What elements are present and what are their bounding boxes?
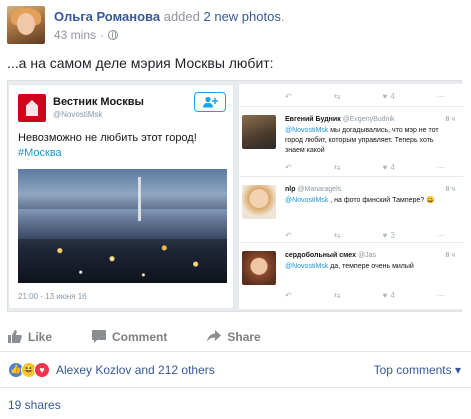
reply-body: , на фото финский Тампере? 😀 — [328, 197, 435, 204]
share-label: Share — [227, 329, 261, 344]
reply-handle: @EvgenyBudnik — [342, 116, 395, 123]
reactions-summary: 👍 😆 ♥ Alexey Kozlov and 212 others Top c… — [0, 352, 471, 388]
reply-avatar — [242, 185, 276, 219]
author-name[interactable]: Ольга Романова — [54, 9, 160, 24]
account-logo — [18, 94, 46, 122]
tweet-handle: @NovostiMsk — [53, 110, 103, 119]
shares-count[interactable]: 19 shares — [8, 398, 61, 412]
reply-item: nlp @Manaragels 8 ч @NovostiMsk , на фот… — [239, 176, 463, 246]
post-time[interactable]: 43 mins — [54, 28, 96, 42]
reply-text: @NovostiMsk , на фото финский Тампере? 😀 — [285, 196, 455, 206]
reply-time: 8 ч — [445, 252, 456, 259]
reply-mention: @NovostiMsk — [285, 263, 329, 270]
heart-icon: ♥ — [382, 162, 388, 172]
reply-item: Евгений Будник @EvgenyBudnik 8 ч @Novost… — [239, 106, 463, 176]
comment-label: Comment — [112, 329, 168, 344]
reply-like-count: 3 — [390, 230, 395, 240]
share-button[interactable]: Share — [207, 329, 261, 344]
reply-mention: @NovostiMsk — [285, 197, 329, 204]
meta-separator: · — [100, 28, 105, 42]
retweet-icon: ⇆ — [333, 162, 341, 172]
retweet-icon: ⇆ — [333, 290, 341, 300]
reaction-icons[interactable]: 👍 😆 ♥ — [8, 361, 50, 378]
retweet-icon: ⇆ — [333, 230, 341, 240]
reply-handle: @Manaragels — [297, 186, 342, 193]
more-icon: ⋯ — [436, 162, 445, 172]
more-icon: ⋯ — [436, 290, 445, 300]
reply-icon: ↶ — [285, 162, 292, 172]
replies-photo-card[interactable]: ↶ ⇆ ♥ 4 ⋯ Евгений Будник @EvgenyBudnik 8 … — [238, 84, 463, 309]
facebook-post: Ольга Романова added 2 new photos. 43 mi… — [0, 0, 471, 419]
reply-actions: ↶ ⇆ ♥ 4 ⋯ — [285, 161, 445, 173]
reply-author: сердобольный смех — [285, 252, 357, 259]
share-icon — [207, 330, 222, 342]
post-meta: 43 mins · — [54, 28, 119, 42]
reply-icon: ↶ — [285, 91, 292, 101]
globe-icon[interactable] — [108, 30, 119, 40]
reply-avatar — [242, 251, 276, 285]
follow-icon — [203, 96, 218, 108]
tweet-hashtag[interactable]: #Москва — [18, 147, 62, 159]
tweet-account-name: Вестник Москвы — [53, 96, 144, 108]
like-button[interactable]: Like — [8, 330, 52, 344]
reply-handle: @Jas — [357, 252, 376, 259]
reply-mention: @NovostiMsk — [285, 127, 329, 134]
reply-time: 8 ч — [445, 116, 456, 123]
comment-button[interactable]: Comment — [92, 330, 167, 344]
reply-actions: ↶ ⇆ ♥ 4 ⋯ — [285, 289, 445, 301]
reply-author: nlp — [285, 186, 296, 193]
reply-item: сердобольный смех @Jas 8 ч @NovostiMsk д… — [239, 242, 463, 309]
heart-icon: ♥ — [382, 230, 388, 240]
post-header: Ольга Романова added 2 new photos. — [54, 9, 284, 24]
more-icon: ⋯ — [436, 91, 445, 101]
action-prefix: added — [163, 9, 200, 24]
love-reaction-icon: ♥ — [34, 361, 50, 378]
post-caption: ...а на самом деле мэрия Москвы любит: — [7, 55, 274, 71]
tweet-text: Невозможно не любить этот город! — [18, 132, 197, 144]
follow-button[interactable] — [194, 92, 226, 112]
reply-time: 8 ч — [445, 186, 456, 193]
tweet-date: 21:00 - 13 июня 16 — [18, 292, 87, 301]
like-icon — [8, 330, 22, 343]
reply-icon: ↶ — [285, 230, 292, 240]
reply-avatar — [242, 115, 276, 149]
tweet-actions: ↶ ⇆ ♥ 4 ⋯ — [285, 90, 445, 102]
reply-text: @NovostiMsk мы догадывались, что мэр не … — [285, 126, 455, 156]
reply-icon: ↶ — [285, 290, 292, 300]
top-comments-dropdown[interactable]: Top comments ▾ — [374, 363, 461, 377]
city-night-photo — [18, 169, 227, 283]
heart-icon: ♥ — [382, 290, 388, 300]
post-action-bar: Like Comment Share — [0, 322, 471, 352]
reply-like-count: 4 — [390, 290, 395, 300]
heart-icon: ♥ — [382, 91, 388, 101]
like-count: 4 — [390, 91, 395, 101]
comment-icon — [92, 330, 107, 343]
like-label: Like — [28, 329, 53, 344]
reply-actions: ↶ ⇆ ♥ 3 ⋯ — [285, 229, 445, 241]
action-suffix: . — [280, 9, 285, 24]
photos-link[interactable]: 2 new photos — [204, 9, 281, 24]
reply-author: Евгений Будник — [285, 116, 341, 123]
reply-body: да, темпере очень милый — [328, 263, 414, 270]
reply-like-count: 4 — [390, 162, 395, 172]
tweet-photo-card[interactable]: Вестник Москвы @NovostiMsk Невозможно не… — [8, 84, 234, 309]
author-avatar[interactable] — [7, 6, 45, 44]
retweet-icon: ⇆ — [333, 91, 341, 101]
reaction-names[interactable]: Alexey Kozlov and 212 others — [56, 363, 215, 377]
reply-text: @NovostiMsk да, темпере очень милый — [285, 262, 455, 272]
more-icon: ⋯ — [436, 230, 445, 240]
